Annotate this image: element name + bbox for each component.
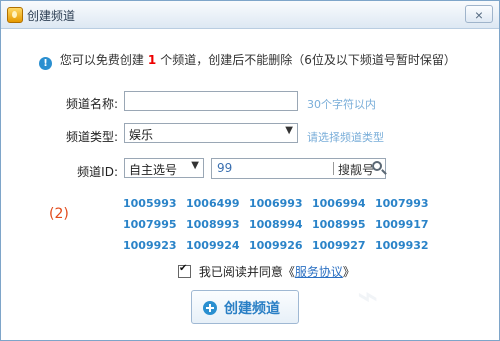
info-icon: !: [39, 57, 52, 70]
channel-id-search-value: 99: [217, 161, 233, 175]
notice-after: 个频道，创建后不能删除（6位及以下频道号暂时保留）: [160, 53, 456, 67]
channel-id-option[interactable]: 1006994: [312, 197, 366, 210]
notice-before: 您可以免费创建: [59, 53, 144, 67]
channel-id-option[interactable]: 1009926: [249, 239, 303, 252]
channel-id-option[interactable]: 1009927: [312, 239, 366, 252]
channel-type-select[interactable]: 娱乐 ▼: [124, 123, 298, 143]
service-agreement-link[interactable]: 服务协议: [295, 265, 343, 279]
agreement-text: 我已阅读并同意《: [198, 265, 295, 279]
section-marker: (2): [49, 206, 69, 222]
channel-name-hint: 30个字符以内: [307, 98, 376, 111]
channel-name-input[interactable]: [124, 91, 298, 111]
channel-id-option[interactable]: 1006499: [186, 197, 240, 210]
close-button[interactable]: ×: [465, 5, 493, 23]
search-icon[interactable]: [372, 161, 382, 171]
channel-id-option[interactable]: 1009924: [186, 239, 240, 252]
channel-type-value: 娱乐: [129, 128, 154, 142]
channel-id-option[interactable]: 1007995: [123, 218, 177, 231]
channel-type-hint: 请选择频道类型: [307, 131, 384, 144]
agreement-row: 我已阅读并同意《服务协议》: [178, 263, 355, 280]
channel-id-option[interactable]: 1009923: [123, 239, 177, 252]
channel-id-label: 频道ID:: [77, 165, 118, 179]
channel-id-option[interactable]: 1009917: [375, 218, 429, 231]
agreement-checkbox[interactable]: [178, 263, 191, 278]
agreement-end: 》: [342, 265, 355, 279]
app-icon: [7, 7, 23, 23]
channel-id-option[interactable]: 1005993: [123, 197, 177, 210]
plus-icon: [203, 301, 217, 315]
search-button-label[interactable]: 搜靓号: [338, 161, 374, 178]
watermark-icon: ⌁: [357, 276, 379, 317]
channel-id-search-field[interactable]: 99 搜靓号: [211, 158, 386, 179]
create-channel-button-label: 创建频道: [224, 300, 280, 316]
channel-id-option[interactable]: 1008993: [186, 218, 240, 231]
channel-id-mode-value: 自主选号: [129, 163, 178, 177]
channel-id-option[interactable]: 1007993: [375, 197, 429, 210]
notice-text: ! 您可以免费创建 1 个频道，创建后不能删除（6位及以下频道号暂时保留）: [39, 51, 456, 70]
window-title: 创建频道: [27, 9, 76, 23]
channel-id-option[interactable]: 1006993: [249, 197, 303, 210]
create-channel-button[interactable]: 创建频道: [191, 290, 299, 324]
channel-id-option[interactable]: 1008995: [312, 218, 366, 231]
search-divider: [333, 162, 334, 175]
channel-count: 1: [147, 53, 157, 67]
chevron-down-icon: ▼: [191, 160, 199, 171]
title-bar: 创建频道 ×: [1, 1, 499, 29]
channel-id-option[interactable]: 1008994: [249, 218, 303, 231]
chevron-down-icon: ▼: [285, 125, 293, 136]
channel-type-label: 频道类型:: [65, 130, 118, 144]
channel-id-mode-select[interactable]: 自主选号 ▼: [124, 158, 204, 178]
channel-name-label: 频道名称:: [65, 97, 118, 111]
channel-id-option[interactable]: 1009932: [375, 239, 429, 252]
create-channel-window: 创建频道 × ! 您可以免费创建 1 个频道，创建后不能删除（6位及以下频道号暂时保…: [0, 0, 500, 341]
